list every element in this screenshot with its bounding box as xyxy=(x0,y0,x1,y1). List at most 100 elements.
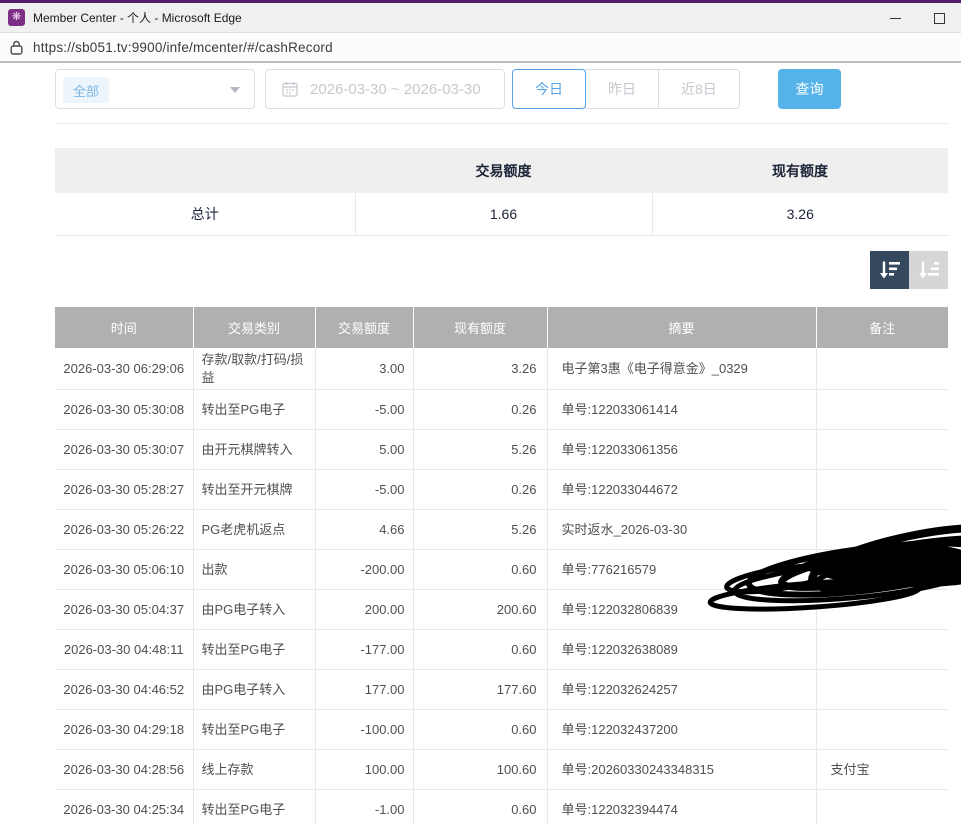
summary-header-current: 现有额度 xyxy=(652,148,948,193)
cell-amount: 177.00 xyxy=(315,670,413,710)
cell-note xyxy=(816,510,948,550)
cell-type: 转出至PG电子 xyxy=(193,630,315,670)
header-note: 备注 xyxy=(816,307,948,348)
header-balance: 现有额度 xyxy=(413,307,547,348)
cell-amount: -1.00 xyxy=(315,790,413,824)
cell-balance: 0.60 xyxy=(413,550,547,590)
summary-table: 交易额度 现有额度 总计 1.66 3.26 xyxy=(55,148,948,236)
cell-note xyxy=(816,590,948,630)
cell-balance: 0.60 xyxy=(413,630,547,670)
cell-time: 2026-03-30 05:30:08 xyxy=(55,390,193,430)
table-row: 2026-03-30 05:30:07 由开元棋牌转入 5.00 5.26 单号… xyxy=(55,430,948,470)
cell-amount: 100.00 xyxy=(315,750,413,790)
summary-header-empty xyxy=(55,148,355,193)
cell-time: 2026-03-30 04:48:11 xyxy=(55,630,193,670)
cell-summary: 电子第3惠《电子得意金》_0329 xyxy=(547,348,816,390)
cell-summary: 单号:776216579 xyxy=(547,550,816,590)
maximize-button[interactable] xyxy=(917,3,961,33)
cell-amount: 5.00 xyxy=(315,430,413,470)
last-8-days-button[interactable]: 近8日 xyxy=(658,69,740,109)
maximize-icon xyxy=(934,13,945,24)
cell-type: 由PG电子转入 xyxy=(193,670,315,710)
summary-header-transaction: 交易额度 xyxy=(355,148,652,193)
cash-record-page: 全部 2026-03-30 ~ 2026-03-30 今日 昨日 近8日 查询 xyxy=(55,64,948,109)
table-row: 2026-03-30 05:26:22 PG老虎机返点 4.66 5.26 实时… xyxy=(55,510,948,550)
cell-note xyxy=(816,790,948,824)
yesterday-button[interactable]: 昨日 xyxy=(585,69,659,109)
cell-amount: -5.00 xyxy=(315,470,413,510)
cell-summary: 单号:122033044672 xyxy=(547,470,816,510)
cell-time: 2026-03-30 05:06:10 xyxy=(55,550,193,590)
summary-total-label: 总计 xyxy=(55,193,355,235)
address-bar[interactable]: https://sb051.tv:9900/infe/mcenter/#/cas… xyxy=(0,33,961,63)
cell-balance: 0.60 xyxy=(413,790,547,824)
cell-amount: -100.00 xyxy=(315,710,413,750)
cell-type: 转出至开元棋牌 xyxy=(193,470,315,510)
table-row: 2026-03-30 06:29:06 存款/取款/打码/损益 3.00 3.2… xyxy=(55,348,948,390)
cell-time: 2026-03-30 05:26:22 xyxy=(55,510,193,550)
cell-balance: 0.26 xyxy=(413,470,547,510)
cell-time: 2026-03-30 05:04:37 xyxy=(55,590,193,630)
cell-amount: 3.00 xyxy=(315,348,413,390)
minimize-icon xyxy=(890,18,901,19)
cell-balance: 0.26 xyxy=(413,390,547,430)
cell-amount: -177.00 xyxy=(315,630,413,670)
cell-type: 转出至PG电子 xyxy=(193,390,315,430)
table-header-row: 时间 交易类别 交易额度 现有额度 摘要 备注 xyxy=(55,307,948,348)
quick-range-group: 今日 昨日 近8日 xyxy=(512,69,740,109)
cell-time: 2026-03-30 04:29:18 xyxy=(55,710,193,750)
summary-total-row: 总计 1.66 3.26 xyxy=(55,193,948,235)
category-tag[interactable]: 全部 xyxy=(63,77,109,103)
cell-type: 线上存款 xyxy=(193,750,315,790)
cell-summary: 单号:122033061414 xyxy=(547,390,816,430)
cell-summary: 单号:20260330243348315 xyxy=(547,750,816,790)
cell-type: 存款/取款/打码/损益 xyxy=(193,348,315,390)
cell-note xyxy=(816,348,948,390)
cell-time: 2026-03-30 04:25:34 xyxy=(55,790,193,824)
sort-ascending-button[interactable] xyxy=(909,251,948,289)
cell-balance: 5.26 xyxy=(413,510,547,550)
cell-note xyxy=(816,470,948,510)
today-button[interactable]: 今日 xyxy=(512,69,586,109)
url-text: https://sb051.tv:9900/infe/mcenter/#/cas… xyxy=(33,40,333,55)
header-amount: 交易额度 xyxy=(315,307,413,348)
calendar-icon xyxy=(282,81,298,97)
table-row: 2026-03-30 04:28:56 线上存款 100.00 100.60 单… xyxy=(55,750,948,790)
window-title: Member Center - 个人 - Microsoft Edge xyxy=(33,9,242,26)
cell-summary: 单号:122032394474 xyxy=(547,790,816,824)
cash-record-table: 时间 交易类别 交易额度 现有额度 摘要 备注 2026-03-30 06:29… xyxy=(55,307,948,824)
cell-note: 支付宝 xyxy=(816,750,948,790)
cell-type: 出款 xyxy=(193,550,315,590)
cell-amount: -5.00 xyxy=(315,390,413,430)
table-row: 2026-03-30 05:30:08 转出至PG电子 -5.00 0.26 单… xyxy=(55,390,948,430)
cell-type: 转出至PG电子 xyxy=(193,790,315,824)
table-row: 2026-03-30 05:04:37 由PG电子转入 200.00 200.6… xyxy=(55,590,948,630)
cell-balance: 200.60 xyxy=(413,590,547,630)
query-button[interactable]: 查询 xyxy=(778,69,841,109)
header-summary: 摘要 xyxy=(547,307,816,348)
sort-descending-button[interactable] xyxy=(870,251,909,289)
table-row: 2026-03-30 04:48:11 转出至PG电子 -177.00 0.60… xyxy=(55,630,948,670)
cell-time: 2026-03-30 05:30:07 xyxy=(55,430,193,470)
summary-transaction-amount: 1.66 xyxy=(355,193,652,235)
cell-amount: 200.00 xyxy=(315,590,413,630)
cell-summary: 单号:122032638089 xyxy=(547,630,816,670)
date-range-value: 2026-03-30 ~ 2026-03-30 xyxy=(310,81,481,98)
cell-summary: 单号:122032624257 xyxy=(547,670,816,710)
sort-amount-desc-icon xyxy=(879,260,901,280)
lock-icon xyxy=(10,40,23,55)
table-row: 2026-03-30 04:29:18 转出至PG电子 -100.00 0.60… xyxy=(55,710,948,750)
cell-type: 由PG电子转入 xyxy=(193,590,315,630)
cell-type: 转出至PG电子 xyxy=(193,710,315,750)
cell-time: 2026-03-30 06:29:06 xyxy=(55,348,193,390)
header-time: 时间 xyxy=(55,307,193,348)
cell-type: 由开元棋牌转入 xyxy=(193,430,315,470)
cell-amount: -200.00 xyxy=(315,550,413,590)
date-range-input[interactable]: 2026-03-30 ~ 2026-03-30 xyxy=(265,69,505,109)
minimize-button[interactable] xyxy=(873,3,917,33)
filter-toolbar: 全部 2026-03-30 ~ 2026-03-30 今日 昨日 近8日 查询 xyxy=(55,69,948,109)
category-select[interactable]: 全部 xyxy=(55,69,255,109)
header-type: 交易类别 xyxy=(193,307,315,348)
chevron-down-icon xyxy=(230,87,240,93)
cell-summary: 单号:122032806839 xyxy=(547,590,816,630)
